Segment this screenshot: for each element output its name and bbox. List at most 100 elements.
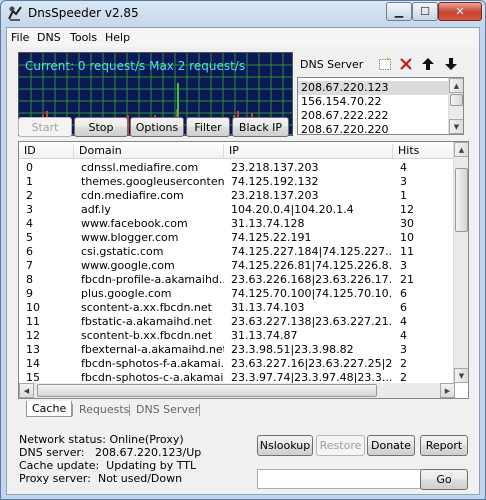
filter-button[interactable]: Filter [186, 117, 230, 137]
cell-ip: 74.125.192.132 [231, 175, 319, 188]
menu-help[interactable]: Help [105, 31, 130, 44]
close-button[interactable]: ✕ [438, 2, 482, 21]
tab-dns-server[interactable]: DNS Server [131, 402, 204, 417]
cell-ip: 31.13.74.128 [231, 217, 305, 230]
table-vscrollbar[interactable]: ▲ ▼ [453, 142, 468, 383]
cell-id: 14 [26, 357, 40, 370]
scroll-down-icon[interactable]: ▼ [454, 368, 468, 383]
move-up-icon[interactable] [420, 56, 436, 72]
cell-ip: 74.125.226.81|74.125.226.8... [231, 259, 393, 272]
request-rate-text: Current: 0 request/s Max 2 request/s [25, 59, 246, 73]
options-button[interactable]: Options [130, 117, 184, 137]
table-row[interactable]: 2 cdn.mediafire.com 23.218.137.203 1 [19, 189, 455, 203]
tab-requests[interactable]: Requests [74, 402, 134, 417]
cell-ip: 31.13.74.87 [231, 329, 298, 342]
table-row[interactable]: 14 fbcdn-sphotos-f-a.akamai... 23.63.227.1… [19, 357, 455, 371]
lookup-input[interactable] [257, 469, 422, 489]
cell-domain: www.blogger.com [81, 231, 179, 244]
dns-list-scrollbar[interactable]: ▲ ▼ [448, 78, 463, 134]
table-row[interactable]: 1 themes.googleusercontent... 74.125.192.1… [19, 175, 455, 189]
table-row[interactable]: 8 fbcdn-profile-a.akamaihd.... 23.63.226.1… [19, 273, 455, 287]
table-row[interactable]: 4 www.facebook.com 31.13.74.128 30 [19, 217, 455, 231]
menu-file[interactable]: File [11, 31, 29, 44]
restore-button[interactable]: Restore [316, 435, 365, 456]
move-down-icon[interactable] [443, 56, 459, 72]
column-domain[interactable]: Domain [74, 144, 224, 159]
scroll-right-icon[interactable]: ▶ [440, 383, 455, 398]
cell-hits: 6 [400, 301, 407, 314]
scroll-thumb[interactable] [455, 168, 468, 232]
cell-id: 6 [26, 245, 33, 258]
scroll-down-icon[interactable]: ▼ [449, 119, 463, 134]
new-server-icon[interactable] [377, 56, 393, 72]
dns-server-item[interactable]: 208.67.220.123 [298, 81, 450, 95]
dns-server-item[interactable]: 156.154.70.22 [298, 95, 450, 109]
table-row[interactable]: 13 fbexternal-a.akamaihd.net 23.3.98.51|23… [19, 343, 455, 357]
cache-update-status: Cache update: Updating by TTL [19, 459, 197, 472]
nslookup-button[interactable]: Nslookup [257, 435, 313, 456]
dns-server-item[interactable]: 208.67.220.220 [298, 123, 450, 134]
scroll-left-icon[interactable]: ◀ [19, 383, 34, 398]
menu-dns[interactable]: DNS [37, 31, 61, 44]
scroll-thumb[interactable] [37, 384, 377, 397]
table-hscrollbar[interactable]: ◀ ▶ [19, 383, 455, 398]
app-icon [7, 5, 23, 21]
donate-button[interactable]: Donate [367, 435, 415, 456]
table-row[interactable]: 10 scontent-a.xx.fbcdn.net 31.13.74.103 6 [19, 301, 455, 315]
table-row[interactable]: 3 adf.ly 104.20.0.4|104.20.1.4 12 [19, 203, 455, 217]
tab-cache[interactable]: Cache [26, 401, 73, 417]
cell-ip: 23.63.227.16|23.63.227.25|2... [231, 357, 393, 370]
cell-hits: 4 [400, 315, 407, 328]
cell-ip: 23.218.137.203 [231, 161, 319, 174]
proxy-server-value: Not used/Down [97, 472, 183, 485]
stop-button[interactable]: Stop [74, 117, 128, 137]
cell-domain: themes.googleusercontent... [81, 175, 224, 188]
report-button[interactable]: Report [420, 435, 468, 456]
scroll-up-icon[interactable]: ▲ [454, 142, 468, 157]
cell-id: 3 [26, 203, 33, 216]
delete-icon[interactable] [398, 56, 414, 72]
cell-hits: 2 [400, 357, 407, 370]
table-row[interactable]: 11 fbstatic-a.akamaihd.net 23.63.227.138|2… [19, 315, 455, 329]
cell-domain: csi.gstatic.com [81, 245, 164, 258]
network-status: Network status: Online(Proxy) [19, 433, 184, 446]
table-row[interactable]: 5 www.blogger.com 74.125.22.191 10 [19, 231, 455, 245]
go-button[interactable]: Go [420, 469, 468, 490]
start-button[interactable]: Start [18, 117, 72, 137]
cell-hits: 12 [400, 203, 414, 216]
cell-id: 7 [26, 259, 33, 272]
table-row[interactable]: 6 csi.gstatic.com 74.125.227.184|74.125.22… [19, 245, 455, 259]
column-hits[interactable]: Hits [393, 144, 455, 159]
maximize-button[interactable]: ☐ [412, 2, 438, 21]
minimize-button[interactable]: ▁ [386, 2, 412, 21]
cell-id: 9 [26, 287, 33, 300]
black-ip-button[interactable]: Black IP [232, 117, 289, 137]
cell-hits: 4 [400, 329, 407, 342]
scroll-up-icon[interactable]: ▲ [449, 78, 463, 93]
table-row[interactable]: 9 plus.google.com 74.125.70.100|74.125.70.… [19, 287, 455, 301]
dns-server-item[interactable]: 208.67.222.222 [298, 109, 450, 123]
table-row[interactable]: 0 cdnssl.mediafire.com 23.218.137.203 4 [19, 161, 455, 175]
minimize-icon: ▁ [394, 5, 404, 18]
cell-hits: 30 [400, 217, 414, 230]
menu-tools[interactable]: Tools [70, 31, 97, 44]
cell-hits: 4 [400, 161, 407, 174]
table-header: ID Domain IP Hits [19, 142, 455, 159]
cell-ip: 74.125.227.184|74.125.227.... [231, 245, 393, 258]
table-row[interactable]: 12 scontent-b.xx.fbcdn.net 31.13.74.87 4 [19, 329, 455, 343]
scroll-thumb[interactable] [450, 94, 463, 106]
cell-domain: www.facebook.com [81, 217, 188, 230]
cell-domain: www.google.com [81, 259, 175, 272]
cell-ip: 104.20.0.4|104.20.1.4 [231, 203, 354, 216]
client-area: File DNS Tools Help Current: 0 request/s… [6, 27, 480, 495]
cell-domain: cdn.mediafire.com [81, 189, 184, 202]
cell-ip: 23.63.226.168|23.63.226.17... [231, 273, 393, 286]
table-row[interactable]: 7 www.google.com 74.125.226.81|74.125.226.… [19, 259, 455, 273]
cell-ip: 23.3.98.51|23.3.98.82 [231, 343, 354, 356]
cell-id: 0 [26, 161, 33, 174]
column-id[interactable]: ID [19, 144, 74, 159]
dns-server-list[interactable]: 208.67.220.123 156.154.70.22 208.67.222.… [297, 77, 464, 135]
column-ip[interactable]: IP [224, 144, 393, 159]
title-bar[interactable]: DnsSpeeder v2.85 ▁ ☐ ✕ [1, 1, 485, 27]
cell-ip: 23.63.227.138|23.63.227.21... [231, 315, 393, 328]
